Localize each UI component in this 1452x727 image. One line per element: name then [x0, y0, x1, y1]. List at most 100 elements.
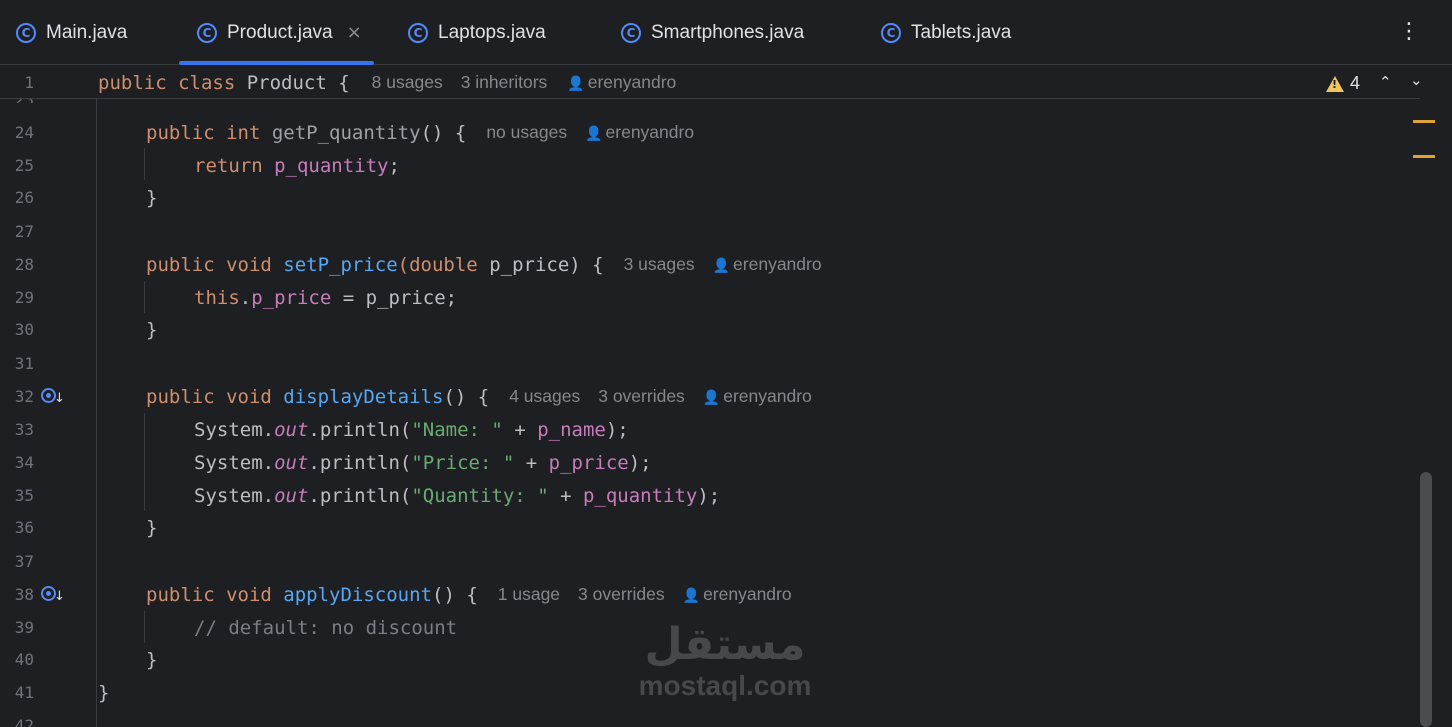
- usages-hint[interactable]: no usages: [486, 122, 567, 143]
- author-hint[interactable]: 👤 erenyandro: [703, 386, 812, 407]
- code-static-field: out: [274, 451, 309, 474]
- tab-laptops-java[interactable]: C Laptops.java: [408, 0, 546, 65]
- code-field: p_price: [251, 286, 332, 309]
- code-text: +: [502, 418, 538, 441]
- code-text: .println(: [308, 418, 412, 441]
- code-line[interactable]: 24 public int getP_quantity () { no usag…: [0, 116, 1410, 149]
- editor-tab-bar: C Main.java C Product.java × C Laptops.j…: [0, 0, 1452, 65]
- tab-label: Product.java: [227, 21, 333, 43]
- previous-highlight-icon[interactable]: ⌃: [1379, 73, 1392, 91]
- overridden-method-icon[interactable]: ↓: [41, 585, 65, 605]
- line-number: 1: [24, 73, 34, 92]
- code-text: .: [239, 286, 252, 309]
- code-class-name: Product {: [235, 71, 350, 94]
- vertical-scrollbar[interactable]: [1420, 472, 1432, 727]
- author-hint[interactable]: 👤 erenyandro: [585, 122, 694, 143]
- close-icon[interactable]: ×: [347, 22, 362, 43]
- overrides-hint[interactable]: 3 overrides: [598, 386, 685, 407]
- line-number: 40: [14, 650, 34, 669]
- code-text: System.: [194, 418, 275, 441]
- inspection-widget[interactable]: 4: [1326, 73, 1360, 94]
- code-text: System.: [194, 484, 275, 507]
- code-keyword: public void: [146, 385, 284, 408]
- usages-hint[interactable]: 1 usage: [498, 584, 560, 605]
- code-text: .println(: [308, 484, 412, 507]
- tab-main-java[interactable]: C Main.java: [16, 0, 127, 65]
- sticky-class-header[interactable]: 1 public class Product { 8 usages 3 inhe…: [0, 66, 1420, 99]
- line-number: 30: [14, 320, 34, 339]
- usages-hint[interactable]: 3 usages: [624, 254, 695, 275]
- line-number: 35: [14, 486, 34, 505]
- code-keyword: public int: [146, 121, 272, 144]
- code-field: p_name: [537, 418, 606, 441]
- more-tabs-icon[interactable]: ⋮: [1398, 18, 1420, 46]
- line-number: 34: [14, 453, 34, 472]
- code-line[interactable]: 27: [0, 215, 1410, 248]
- warning-count: 4: [1350, 73, 1361, 93]
- tab-product-java[interactable]: C Product.java ×: [179, 0, 374, 65]
- code-method-name: setP_price: [283, 253, 398, 276]
- code-keyword: public void: [146, 583, 284, 606]
- code-string: "Name: ": [411, 418, 503, 441]
- code-text: );: [605, 418, 629, 441]
- code-line[interactable]: 25 return p_quantity ;: [0, 149, 1410, 182]
- watermark-arabic: مستقل: [644, 619, 806, 670]
- code-line[interactable]: 29 this . p_price = p_price;: [0, 281, 1410, 314]
- code-static-field: out: [274, 484, 309, 507]
- code-text: );: [628, 451, 652, 474]
- line-number: 42: [14, 716, 34, 727]
- code-string: "Price: ": [411, 451, 515, 474]
- code-text: .println(: [308, 451, 412, 474]
- person-icon: 👤: [712, 258, 731, 274]
- author-hint[interactable]: 👤 erenyandro: [713, 254, 822, 275]
- code-line[interactable]: 37: [0, 545, 1410, 578]
- code-line[interactable]: 38 ↓ public void applyDiscount () { 1 us…: [0, 578, 1410, 611]
- code-line[interactable]: 26 }: [0, 181, 1410, 214]
- code-text: System.: [194, 451, 275, 474]
- line-number: 27: [14, 222, 34, 241]
- code-comment: // default: no discount: [194, 616, 458, 639]
- code-method-name: displayDetails: [283, 385, 444, 408]
- code-text: () {: [443, 385, 490, 408]
- next-highlight-icon[interactable]: ⌄: [1410, 71, 1423, 89]
- code-keyword: (double: [397, 253, 490, 276]
- code-text: }: [146, 186, 158, 209]
- code-string: "Quantity: ": [411, 484, 549, 507]
- inheritors-hint[interactable]: 3 inheritors: [461, 72, 548, 93]
- usages-hint[interactable]: 4 usages: [509, 386, 580, 407]
- overrides-hint[interactable]: 3 overrides: [578, 584, 665, 605]
- class-icon: C: [197, 22, 217, 43]
- code-line[interactable]: 31: [0, 347, 1410, 380]
- line-number: 32: [14, 387, 34, 406]
- tab-tablets-java[interactable]: C Tablets.java: [881, 0, 1011, 65]
- code-text: }: [98, 681, 110, 704]
- tab-smartphones-java[interactable]: C Smartphones.java: [621, 0, 804, 65]
- warning-stripe-marker[interactable]: [1413, 155, 1435, 158]
- author-hint[interactable]: 👤 erenyandro: [683, 584, 792, 605]
- code-line[interactable]: 34 System. out .println( "Price: " + p_p…: [0, 446, 1410, 479]
- line-number: 36: [14, 518, 34, 537]
- line-number: 24: [14, 123, 34, 142]
- code-text: ;: [388, 154, 400, 177]
- code-line[interactable]: 32 ↓ public void displayDetails () { 4 u…: [0, 380, 1410, 413]
- person-icon: 👤: [585, 126, 603, 142]
- code-line[interactable]: 33 System. out .println( "Name: " + p_na…: [0, 413, 1410, 446]
- warning-stripe-marker[interactable]: [1413, 120, 1435, 123]
- code-line[interactable]: 28 public void setP_price (double p_pric…: [0, 248, 1410, 281]
- tab-label: Smartphones.java: [651, 21, 805, 43]
- code-line[interactable]: 36 }: [0, 511, 1410, 544]
- class-icon: C: [881, 22, 901, 43]
- code-line[interactable]: 30 }: [0, 313, 1410, 346]
- tab-label: Laptops.java: [438, 21, 546, 43]
- main-class-icon: C: [16, 22, 36, 43]
- usages-hint[interactable]: 8 usages: [372, 72, 443, 93]
- code-text: }: [146, 648, 158, 671]
- tab-label: Main.java: [46, 21, 128, 43]
- overridden-method-icon[interactable]: ↓: [41, 387, 65, 407]
- line-number: 29: [14, 288, 34, 307]
- author-hint[interactable]: 👤 erenyandro: [567, 72, 676, 93]
- code-keyword: public void: [146, 253, 284, 276]
- code-line[interactable]: 35 System. out .println( "Quantity: " + …: [0, 479, 1410, 512]
- code-method-name: getP_quantity: [271, 121, 421, 144]
- class-icon: C: [621, 22, 641, 43]
